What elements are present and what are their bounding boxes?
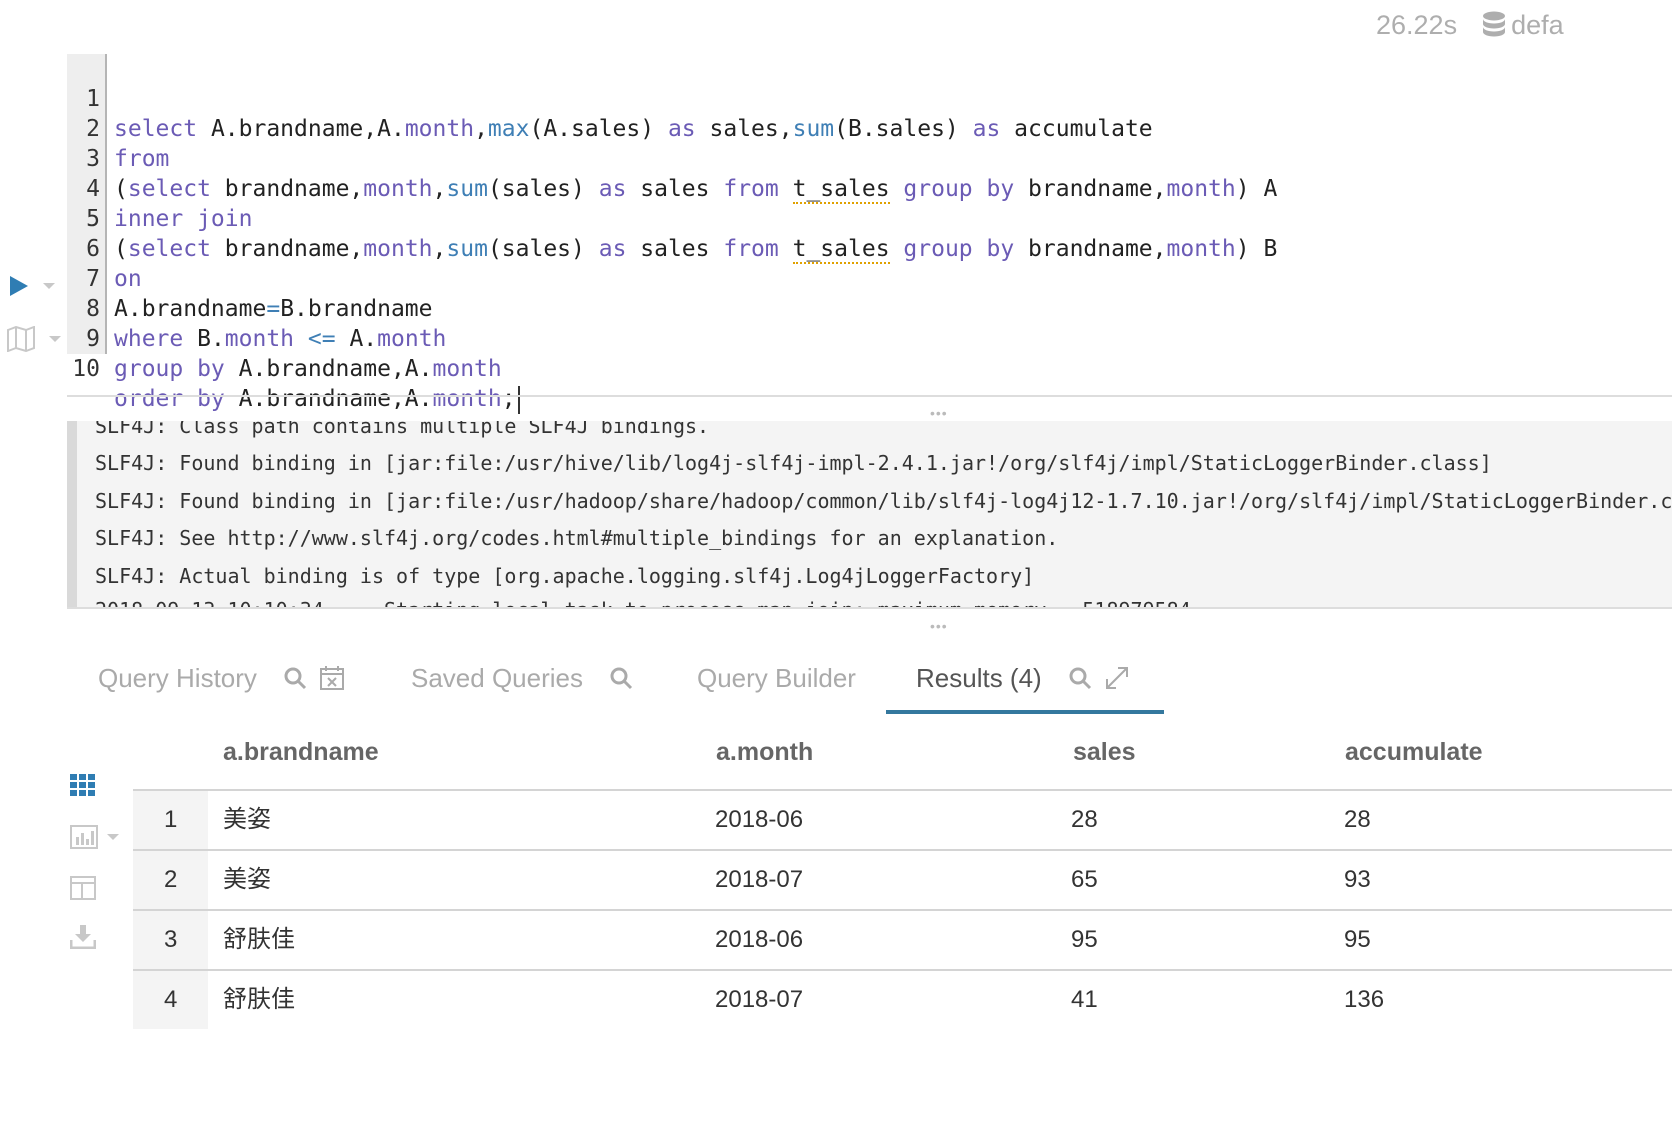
elapsed-time: 26.22s: [1376, 9, 1458, 40]
query-status: 26.22s defa: [1376, 8, 1564, 42]
log-line: SLF4J: Found binding in [jar:file:/usr/h…: [95, 451, 1492, 475]
code-line: 4 inner join: [86, 176, 253, 232]
log-line: SLF4J: Class path contains multiple SLF4…: [95, 421, 710, 438]
log-line: SLF4J: Found binding in [jar:file:/usr/h…: [95, 489, 1672, 513]
code-line: 2 from: [86, 116, 170, 172]
editor-divider: [67, 395, 1672, 397]
cell-accumulate: 93: [1344, 866, 1371, 893]
cell-brandname: 舒肤佳: [223, 986, 295, 1013]
grid-view-button[interactable]: [70, 774, 96, 796]
cell-accumulate: 95: [1344, 926, 1371, 953]
cell-sales: 41: [1071, 986, 1098, 1013]
search-icon[interactable]: [609, 666, 633, 690]
log-line: SLF4J: See http://www.slf4j.org/codes.ht…: [95, 526, 1059, 550]
search-icon[interactable]: [283, 666, 307, 690]
chevron-down-icon[interactable]: [106, 832, 120, 842]
cell-brandname: 美姿: [223, 866, 271, 893]
columns-icon: [70, 876, 96, 900]
log-line: SLF4J: Actual binding is of type [org.ap…: [95, 564, 1035, 588]
database-icon: [1483, 11, 1506, 37]
sql-editor[interactable]: 1 select A.brandname,A.month,max(A.sales…: [67, 54, 1672, 414]
column-header[interactable]: a.month: [716, 732, 813, 772]
resize-handle[interactable]: •••: [930, 406, 948, 420]
expand-icon[interactable]: [1104, 665, 1130, 691]
explain-button[interactable]: [6, 326, 62, 352]
chart-view-button[interactable]: [70, 825, 120, 849]
cell-month: 2018-07: [715, 866, 804, 893]
table-reference: t_sales: [792, 176, 890, 204]
cell-sales: 65: [1071, 866, 1098, 893]
database-selector[interactable]: defa: [1481, 10, 1564, 41]
code-line: 1 select A.brandname,A.month,max(A.sales…: [86, 86, 1153, 142]
row-number: 4: [164, 986, 178, 1013]
code-line: 8 where B.month <= A.month: [86, 296, 447, 352]
bar-chart-icon: [70, 825, 98, 849]
column-header[interactable]: accumulate: [1345, 732, 1483, 772]
table-row[interactable]: 4 舒肤佳 2018-07 41 136: [133, 971, 1672, 1029]
table-row[interactable]: 1 美姿 2018-06 28 28: [133, 791, 1672, 849]
search-icon[interactable]: [1068, 666, 1092, 690]
cell-month: 2018-06: [715, 806, 804, 833]
code-line: 9 group by A.brandname,A.month: [86, 326, 502, 382]
cell-month: 2018-07: [715, 986, 804, 1013]
play-icon: [10, 276, 28, 296]
cell-brandname: 美姿: [223, 806, 271, 833]
execution-log: SLF4J: Class path contains multiple SLF4…: [67, 421, 1672, 608]
cell-sales: 95: [1071, 926, 1098, 953]
cell-accumulate: 28: [1344, 806, 1371, 833]
table-reference: t_sales: [792, 236, 890, 264]
active-tab-indicator: [886, 710, 1164, 714]
download-button[interactable]: [70, 925, 96, 949]
tab-query-builder[interactable]: Query Builder: [697, 655, 882, 701]
columns-toggle-button[interactable]: [70, 876, 96, 900]
cell-accumulate: 136: [1344, 986, 1385, 1013]
row-number: 3: [164, 926, 178, 953]
clear-history-icon[interactable]: [319, 665, 345, 691]
cell-month: 2018-06: [715, 926, 804, 953]
code-line: 10 order by A.brandname,A.month;: [67, 324, 520, 414]
grid-icon: [70, 774, 95, 796]
tab-query-history[interactable]: Query History: [98, 655, 357, 701]
table-row[interactable]: 2 美姿 2018-07 65 93: [133, 851, 1672, 909]
chevron-down-icon[interactable]: [42, 281, 56, 291]
cell-brandname: 舒肤佳: [223, 926, 295, 953]
code-line: 5 (select brandname,month,sum(sales) as …: [86, 206, 1278, 264]
row-number: 2: [164, 866, 178, 893]
execute-button[interactable]: [8, 274, 56, 298]
code-line: 6 on: [86, 236, 142, 292]
column-header[interactable]: a.brandname: [223, 732, 379, 772]
column-header[interactable]: sales: [1073, 732, 1136, 772]
tab-saved-queries[interactable]: Saved Queries: [411, 655, 645, 701]
text-cursor: [517, 385, 520, 414]
chevron-down-icon[interactable]: [48, 334, 62, 344]
map-icon: [7, 326, 35, 352]
code-line: 7 A.brandname=B.brandname: [86, 266, 433, 322]
row-number: 1: [164, 806, 178, 833]
database-name: defa: [1511, 9, 1564, 40]
tab-results[interactable]: Results (4): [916, 655, 1142, 701]
cell-sales: 28: [1071, 806, 1098, 833]
download-icon: [70, 925, 96, 949]
table-row[interactable]: 3 舒肤佳 2018-06 95 95: [133, 911, 1672, 969]
code-line: 3 (select brandname,month,sum(sales) as …: [86, 146, 1278, 204]
resize-handle[interactable]: •••: [930, 619, 948, 633]
log-divider: [67, 607, 1672, 609]
